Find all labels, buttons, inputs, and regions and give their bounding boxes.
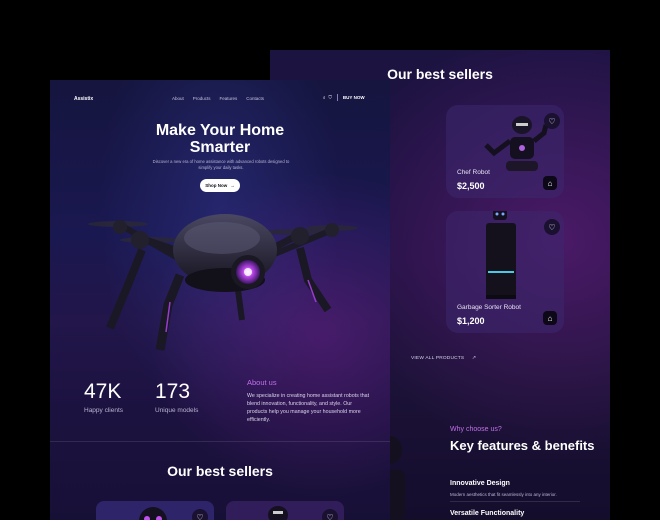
divider [450,501,580,502]
heart-icon[interactable]: ♡ [192,509,208,520]
view-all-products-link[interactable]: VIEW ALL PRODUCTS ↗ [411,356,476,361]
divider [50,441,390,442]
feature-title: Versatile Functionality [450,510,525,517]
best-sellers-heading: Our best sellers [167,463,273,479]
product-card[interactable]: ♡ [96,501,214,520]
stat-label: Unique models [155,407,199,414]
shopping-bag-icon[interactable]: ⌂ [543,311,557,325]
front-page: Assistix About Products Features Contact… [50,80,390,520]
shopping-bag-icon[interactable]: ⌂ [543,176,557,190]
stat-value: 173 [155,380,191,403]
why-choose-us: Why choose us? [450,426,502,433]
drone-image [88,214,358,351]
feature-title: Innovative Design [450,480,510,487]
product-card-chef-robot[interactable]: ♡ Chef Robot $2,500 ⌂ [446,105,564,198]
product-price: $1,200 [457,316,485,326]
heart-icon[interactable]: ♡ [544,219,560,235]
product-card-garbage-sorter[interactable]: ♡ Garbage Sorter Robot $1,200 ⌂ [446,211,564,333]
product-name: Garbage Sorter Robot [457,304,521,311]
arrow-up-right-icon: ↗ [471,356,477,361]
about-text: We specialize in creating home assistant… [247,393,370,423]
product-name: Chef Robot [457,169,490,176]
about-heading: About us [247,378,277,387]
heart-icon[interactable]: ♡ [322,509,338,520]
view-all-label: VIEW ALL PRODUCTS [411,356,465,361]
key-features-heading: Key features & benefits [450,438,595,453]
heart-icon[interactable]: ♡ [544,113,560,129]
stat-label: Happy clients [84,407,124,414]
stat-value: 47K [84,380,122,403]
product-card[interactable]: ♡ [226,501,344,520]
feature-desc: Modern aesthetics that fit seamlessly in… [450,492,557,497]
product-price: $2,500 [457,181,485,191]
